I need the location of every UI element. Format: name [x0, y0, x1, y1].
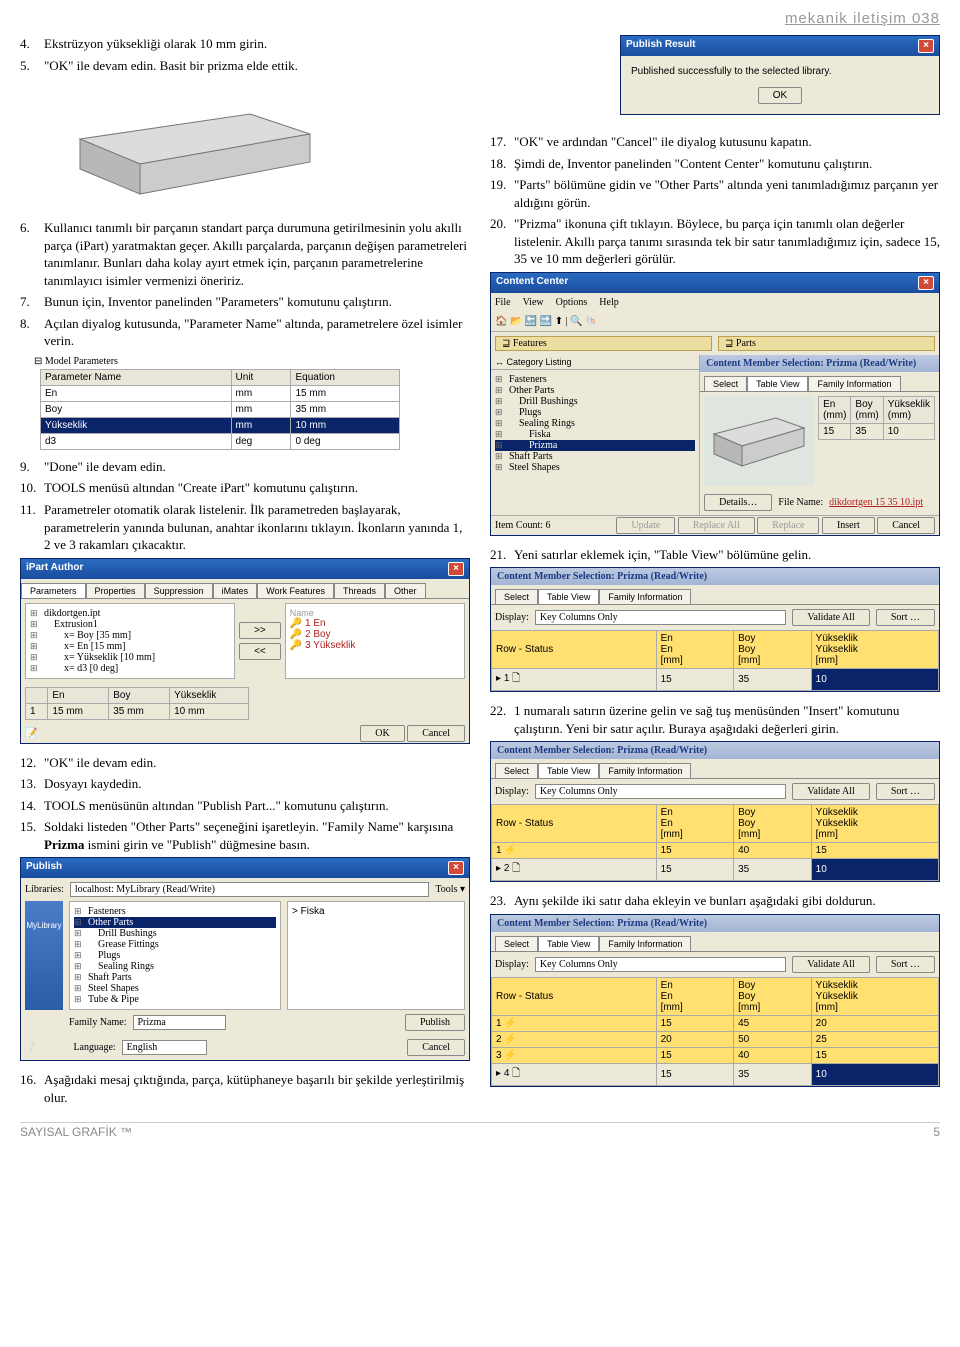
ipart-author-window: iPart Author × Parameters Properties Supp… — [20, 558, 470, 744]
libraries-select[interactable]: localhost: MyLibrary (Read/Write) — [70, 882, 430, 897]
step-11: Parametreler otomatik olarak listelenir.… — [44, 501, 470, 554]
display-select[interactable]: Key Columns Only — [535, 610, 786, 625]
table-view-2: Content Member Selection: Prizma (Read/W… — [490, 741, 940, 882]
page-header: mekanik iletişim 038 — [20, 10, 940, 27]
close-icon[interactable]: × — [448, 861, 464, 875]
family-name-input[interactable]: Prizma — [133, 1015, 227, 1030]
ipart-tabs[interactable]: Parameters Properties Suppression iMates… — [21, 583, 469, 599]
step-17: "OK" ve ardından "Cancel" ile diyalog ku… — [514, 133, 940, 151]
ipart-title: iPart Author — [26, 562, 83, 576]
step-22: 1 numaralı satırın üzerine gelin ve sağ … — [514, 702, 940, 737]
prism-3d-image — [50, 84, 330, 204]
content-center-window: Content Center× File View Options Help 🏠… — [490, 272, 940, 536]
content-center-tree[interactable]: Fasteners Other Parts Drill Bushings Plu… — [491, 370, 699, 477]
ok-button[interactable]: OK — [758, 87, 802, 104]
step-21: Yeni satırlar eklemek için, "Table View"… — [514, 546, 940, 564]
step-19: "Parts" bölümüne gidin ve "Other Parts" … — [514, 176, 940, 211]
step-20: "Prizma" ikonuna çift tıklayın. Böylece,… — [514, 215, 940, 268]
step-7: Bunun için, Inventor panelinden "Paramet… — [44, 293, 470, 311]
move-right-button[interactable]: >> — [239, 622, 281, 639]
step-18: Şimdi de, Inventor panelinden "Content C… — [514, 155, 940, 173]
step-15: Soldaki listeden "Other Parts" seçeneğin… — [44, 818, 470, 853]
sort-button[interactable]: Sort … — [876, 609, 935, 626]
validate-all-button[interactable]: Validate All — [792, 609, 870, 626]
table-view-1: Content Member Selection: Prizma (Read/W… — [490, 567, 940, 692]
publish-result-window: Publish Result× Published successfully t… — [620, 35, 940, 115]
step-12: "OK" ile devam edin. — [44, 754, 470, 772]
step-14: TOOLS menüsünün altından "Publish Part..… — [44, 797, 470, 815]
step-6: Kullanıcı tanımlı bir parçanın standart … — [44, 219, 470, 289]
table-view-3: Content Member Selection: Prizma (Read/W… — [490, 914, 940, 1087]
language-select[interactable]: English — [122, 1040, 207, 1055]
cancel-button[interactable]: Cancel — [407, 725, 465, 742]
cancel-button[interactable]: Cancel — [407, 1039, 465, 1056]
publish-window: Publish× Libraries: localhost: MyLibrary… — [20, 857, 470, 1061]
step-16: Aşağıdaki mesaj çıktığında, parça, kütüp… — [44, 1071, 470, 1106]
close-icon[interactable]: × — [918, 276, 934, 290]
step-4: Ekstrüzyon yüksekliği olarak 10 mm girin… — [44, 35, 470, 53]
left-column: 4.Ekstrüzyon yüksekliği olarak 10 mm gir… — [20, 35, 470, 1110]
move-left-button[interactable]: << — [239, 643, 281, 660]
close-icon[interactable]: × — [918, 39, 934, 53]
step-5: "OK" ile devam edin. Basit bir prizma el… — [44, 57, 470, 75]
step-8: Açılan diyalog kutusunda, "Parameter Nam… — [44, 315, 470, 350]
step-23: Aynı şekilde iki satır daha ekleyin ve b… — [514, 892, 940, 910]
ok-button[interactable]: OK — [360, 725, 404, 742]
model-parameters-title: ⊟ Model Parameters — [34, 356, 470, 367]
step-13: Dosyayı kaydedin. — [44, 775, 470, 793]
close-icon[interactable]: × — [448, 562, 464, 576]
page-footer: SAYISAL GRAFİK ™ 5 — [20, 1122, 940, 1139]
publish-category-tree[interactable]: Fasteners Other Parts Drill Bushings Gre… — [70, 902, 280, 1009]
step-9: "Done" ile devam edin. — [44, 458, 470, 476]
step-10: TOOLS menüsü altından "Create iPart" kom… — [44, 479, 470, 497]
publish-button[interactable]: Publish — [405, 1014, 465, 1031]
ipart-tree[interactable]: dikdortgen.ipt Extrusion1 x= Boy [35 mm]… — [26, 604, 234, 678]
model-parameters-table: Parameter NameUnitEquation Enmm15 mm Boy… — [40, 369, 400, 450]
right-column: Publish Result× Published successfully t… — [490, 35, 940, 1110]
